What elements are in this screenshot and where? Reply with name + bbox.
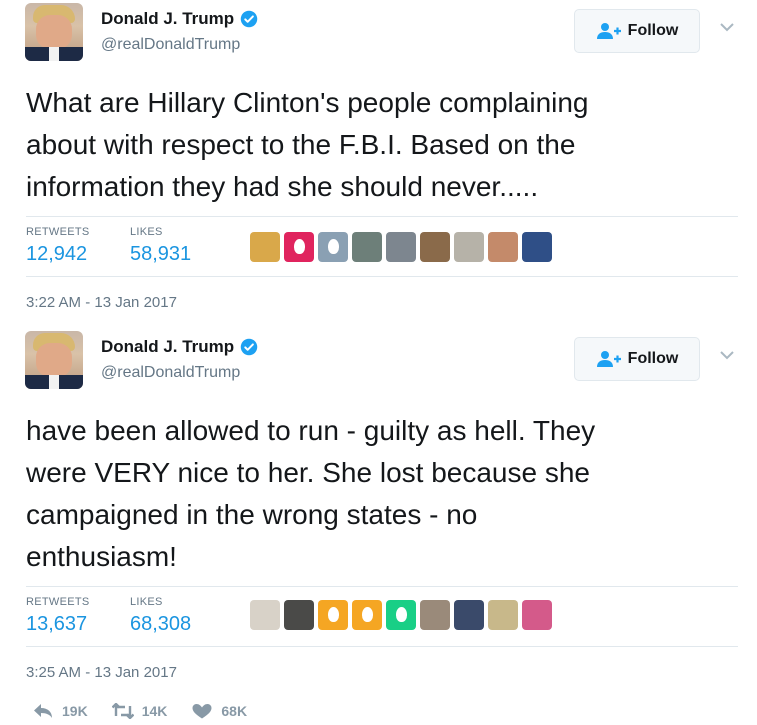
follow-button[interactable]: Follow	[574, 337, 700, 381]
liker-avatar[interactable]	[386, 600, 416, 630]
tweet-card: Donald J. Trump @realDonaldTrump Follow …	[0, 328, 757, 688]
reply-button[interactable]: 19K	[32, 703, 88, 719]
liker-avatar[interactable]	[488, 600, 518, 630]
liker-avatar[interactable]	[352, 600, 382, 630]
retweets-label: RETWEETS	[26, 226, 90, 238]
liker-avatar[interactable]	[522, 232, 552, 262]
liker-avatar[interactable]	[318, 600, 348, 630]
tweet-timestamp[interactable]: 3:25 AM - 13 Jan 2017	[26, 664, 177, 681]
author-name[interactable]: Donald J. Trump	[101, 337, 234, 357]
retweet-count: 14K	[141, 703, 168, 719]
liker-avatar[interactable]	[420, 232, 450, 262]
follow-label: Follow	[627, 350, 679, 367]
like-button[interactable]: 68K	[191, 703, 247, 719]
liker-avatar[interactable]	[522, 600, 552, 630]
tweet-actions: 19K 14K 68K	[32, 703, 247, 719]
author-name[interactable]: Donald J. Trump	[101, 9, 234, 29]
retweets-label: RETWEETS	[26, 596, 90, 608]
follow-user-icon	[596, 351, 621, 367]
retweets-count[interactable]: 13,637	[26, 613, 87, 636]
avatar[interactable]	[25, 3, 83, 61]
follow-label: Follow	[627, 22, 679, 39]
tweet-card: Donald J. Trump @realDonaldTrump Follow …	[0, 0, 757, 320]
like-count: 68K	[221, 703, 248, 719]
author-handle[interactable]: @realDonaldTrump	[101, 364, 240, 382]
liker-avatar[interactable]	[250, 232, 280, 262]
liker-avatar[interactable]	[352, 232, 382, 262]
likes-label: LIKES	[130, 226, 163, 238]
liker-avatar[interactable]	[454, 232, 484, 262]
author-handle[interactable]: @realDonaldTrump	[101, 36, 240, 54]
avatar[interactable]	[25, 331, 83, 389]
tweet-timestamp[interactable]: 3:22 AM - 13 Jan 2017	[26, 294, 177, 311]
liker-avatars	[250, 600, 552, 630]
retweet-icon	[111, 703, 134, 719]
tweet-text: have been allowed to run - guilty as hel…	[26, 415, 596, 572]
author-name-row[interactable]: Donald J. Trump	[101, 9, 258, 29]
retweets-count[interactable]: 12,942	[26, 243, 87, 266]
liker-avatar[interactable]	[250, 600, 280, 630]
liker-avatar[interactable]	[420, 600, 450, 630]
liker-avatar[interactable]	[488, 232, 518, 262]
liker-avatar[interactable]	[318, 232, 348, 262]
likes-count[interactable]: 68,308	[130, 613, 191, 636]
likes-label: LIKES	[130, 596, 163, 608]
verified-badge-icon	[240, 338, 258, 356]
liker-avatar[interactable]	[386, 232, 416, 262]
reply-count: 19K	[62, 703, 88, 719]
tweet-text: What are Hillary Clinton's people compla…	[26, 87, 589, 202]
liker-avatar[interactable]	[284, 600, 314, 630]
chevron-down-icon[interactable]	[720, 22, 734, 32]
likes-count[interactable]: 58,931	[130, 243, 191, 266]
verified-badge-icon	[240, 10, 258, 28]
retweet-button[interactable]: 14K	[111, 703, 168, 719]
author-name-row[interactable]: Donald J. Trump	[101, 337, 258, 357]
follow-button[interactable]: Follow	[574, 9, 700, 53]
follow-user-icon	[596, 23, 621, 39]
reply-icon	[34, 704, 52, 718]
liker-avatars	[250, 232, 552, 262]
divider	[26, 216, 738, 217]
chevron-down-icon[interactable]	[720, 350, 734, 360]
divider	[26, 646, 738, 647]
liker-avatar[interactable]	[454, 600, 484, 630]
divider	[26, 276, 738, 277]
divider	[26, 586, 738, 587]
heart-icon	[192, 704, 212, 719]
liker-avatar[interactable]	[284, 232, 314, 262]
